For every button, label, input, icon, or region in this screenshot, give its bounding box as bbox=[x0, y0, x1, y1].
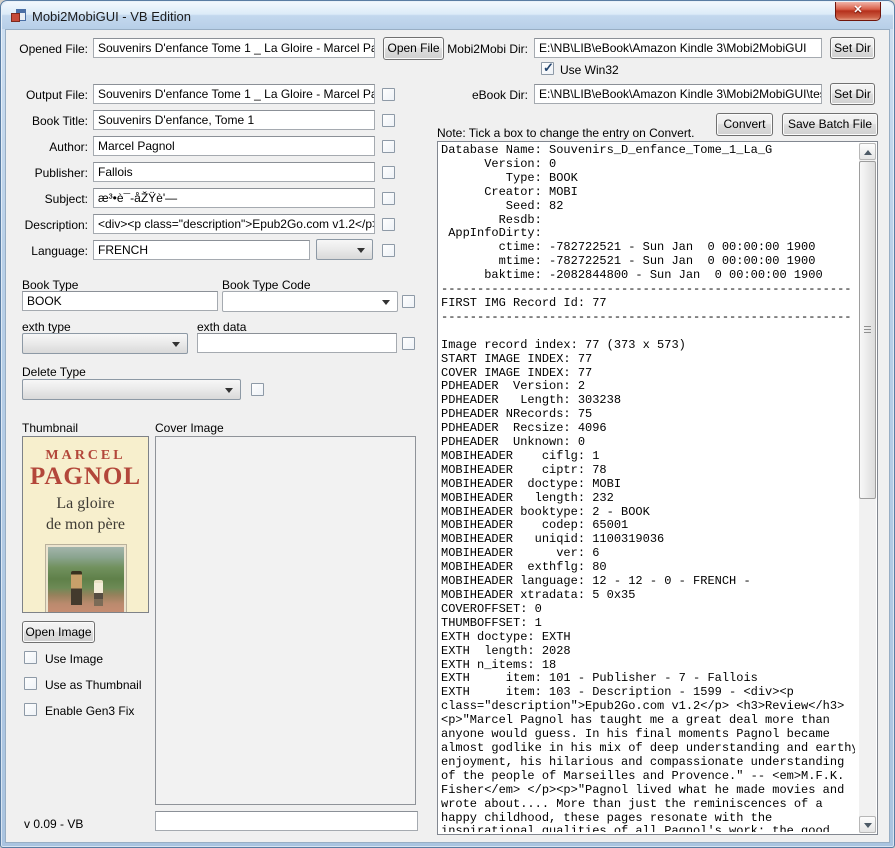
publisher-label: Publisher: bbox=[8, 166, 88, 180]
cover-figure-boy bbox=[94, 580, 103, 606]
use-image-checkbox[interactable] bbox=[24, 651, 37, 664]
use-as-thumbnail-checkbox[interactable] bbox=[24, 677, 37, 690]
book-type-code-label: Book Type Code bbox=[222, 278, 311, 292]
ebook-dir-label: eBook Dir: bbox=[445, 88, 528, 102]
mobi-dump-text: Database Name: Souvenirs_D_enfance_Tome_… bbox=[441, 144, 855, 832]
scroll-up-icon[interactable] bbox=[859, 143, 876, 160]
app-form-icon bbox=[11, 8, 27, 24]
publisher-checkbox[interactable] bbox=[382, 166, 395, 179]
cover-image-box bbox=[155, 436, 416, 805]
subject-input[interactable]: æ³•è¯­-åŽŸè'— bbox=[93, 188, 375, 208]
exth-data-input[interactable] bbox=[197, 333, 397, 353]
delete-type-label: Delete Type bbox=[22, 365, 86, 379]
scrollbar-thumb[interactable] bbox=[859, 161, 876, 499]
exth-type-label: exth type bbox=[22, 320, 71, 334]
open-file-button[interactable]: Open File bbox=[383, 37, 444, 60]
delete-type-dropdown[interactable] bbox=[22, 379, 241, 400]
app-window: Mobi2MobiGUI - VB Edition ✕ Opened File:… bbox=[0, 0, 895, 848]
enable-gen3-fix-checkbox[interactable] bbox=[24, 703, 37, 716]
output-file-checkbox[interactable] bbox=[382, 88, 395, 101]
cover-author-line2: PAGNOL bbox=[23, 464, 148, 490]
language-dropdown[interactable] bbox=[316, 239, 373, 260]
language-label: Language: bbox=[8, 244, 88, 258]
scroll-down-icon[interactable] bbox=[859, 816, 876, 833]
title-bar[interactable]: Mobi2MobiGUI - VB Edition ✕ bbox=[2, 2, 893, 29]
output-file-label: Output File: bbox=[8, 88, 88, 102]
author-checkbox[interactable] bbox=[382, 140, 395, 153]
cover-image-label: Cover Image bbox=[155, 421, 224, 435]
set-dir-button-2[interactable]: Set Dir bbox=[830, 83, 875, 105]
thumbnail-picture: MARCEL PAGNOL La gloirede mon père bbox=[22, 436, 149, 613]
window-title: Mobi2MobiGUI - VB Edition bbox=[32, 9, 191, 24]
use-win32-label: Use Win32 bbox=[560, 63, 619, 77]
chevron-down-icon bbox=[382, 300, 390, 305]
book-type-label: Book Type bbox=[22, 278, 78, 292]
vertical-scrollbar[interactable] bbox=[859, 143, 876, 833]
description-label: Description: bbox=[8, 218, 88, 232]
cover-photo bbox=[46, 545, 126, 613]
subject-label: Subject: bbox=[8, 192, 88, 206]
book-title-input[interactable]: Souvenirs D'enfance, Tome 1 bbox=[93, 110, 375, 130]
book-type-code-dropdown[interactable] bbox=[222, 291, 398, 312]
publisher-input[interactable]: Fallois bbox=[93, 162, 375, 182]
language-checkbox[interactable] bbox=[382, 244, 395, 257]
save-batch-file-button[interactable]: Save Batch File bbox=[782, 113, 878, 136]
open-image-button[interactable]: Open Image bbox=[22, 621, 95, 643]
exth-data-label: exth data bbox=[197, 320, 246, 334]
delete-type-checkbox[interactable] bbox=[251, 383, 264, 396]
use-as-thumbnail-label: Use as Thumbnail bbox=[45, 678, 142, 692]
note-text: Note: Tick a box to change the entry on … bbox=[437, 126, 694, 140]
status-input[interactable] bbox=[155, 811, 418, 831]
cover-title: La gloirede mon père bbox=[23, 493, 148, 535]
version-label: v 0.09 - VB bbox=[24, 817, 83, 831]
cover-figure-man bbox=[71, 571, 82, 605]
close-icon[interactable]: ✕ bbox=[835, 2, 881, 21]
opened-file-input[interactable]: Souvenirs D'enfance Tome 1 _ La Gloire -… bbox=[93, 38, 375, 58]
book-title-label: Book Title: bbox=[8, 114, 88, 128]
mobi2mobi-dir-label: Mobi2Mobi Dir: bbox=[445, 42, 528, 56]
convert-button[interactable]: Convert bbox=[716, 113, 773, 136]
chevron-down-icon bbox=[172, 342, 180, 347]
opened-file-label: Opened File: bbox=[8, 42, 88, 56]
cover-author-line1: MARCEL bbox=[23, 448, 148, 464]
use-image-label: Use Image bbox=[45, 652, 103, 666]
set-dir-button[interactable]: Set Dir bbox=[830, 37, 875, 59]
book-type-input[interactable]: BOOK bbox=[22, 291, 218, 311]
exth-type-dropdown[interactable] bbox=[22, 333, 188, 354]
language-input[interactable]: FRENCH bbox=[93, 240, 310, 260]
author-label: Author: bbox=[8, 140, 88, 154]
exth-checkbox[interactable] bbox=[402, 337, 415, 350]
subject-checkbox[interactable] bbox=[382, 192, 395, 205]
book-title-checkbox[interactable] bbox=[382, 114, 395, 127]
enable-gen3-fix-label: Enable Gen3 Fix bbox=[45, 704, 134, 718]
author-input[interactable]: Marcel Pagnol bbox=[93, 136, 375, 156]
description-checkbox[interactable] bbox=[382, 218, 395, 231]
thumbnail-label: Thumbnail bbox=[22, 421, 78, 435]
mobi2mobi-dir-input[interactable]: E:\NB\LIB\eBook\Amazon Kindle 3\Mobi2Mob… bbox=[534, 38, 822, 58]
chevron-down-icon bbox=[225, 388, 233, 393]
chevron-down-icon bbox=[357, 248, 365, 253]
description-input[interactable]: <div><p class="description">Epub2Go.com … bbox=[93, 214, 375, 234]
use-win32-checkbox[interactable] bbox=[541, 62, 554, 75]
output-file-input[interactable]: Souvenirs D'enfance Tome 1 _ La Gloire -… bbox=[93, 84, 375, 104]
ebook-dir-input[interactable]: E:\NB\LIB\eBook\Amazon Kindle 3\Mobi2Mob… bbox=[534, 84, 822, 104]
book-type-code-checkbox[interactable] bbox=[402, 295, 415, 308]
